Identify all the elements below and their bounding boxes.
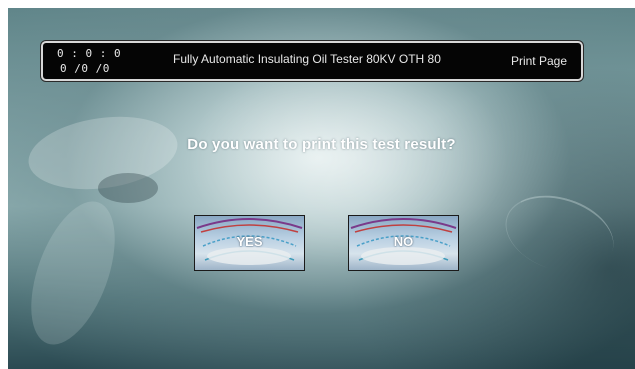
no-button[interactable]: NO: [348, 215, 459, 271]
yes-button-label: YES: [236, 234, 263, 249]
page-title: Print Page: [510, 54, 567, 68]
date-readout: 0 /0 /0: [60, 62, 110, 75]
header-bar: 0 : 0 : 0 0 /0 /0 Fully Automatic Insula…: [41, 41, 583, 81]
time-readout: 0 : 0 : 0: [57, 47, 122, 60]
no-button-label: NO: [393, 234, 414, 249]
background-propeller-blade: [14, 190, 132, 356]
yes-button[interactable]: YES: [194, 215, 305, 271]
background-swirl: [495, 182, 624, 286]
background-propeller-hub: [98, 173, 158, 203]
app-screen: 0 : 0 : 0 0 /0 /0 Fully Automatic Insula…: [8, 8, 635, 369]
device-title: Fully Automatic Insulating Oil Tester 80…: [173, 52, 441, 66]
datetime-display: 0 : 0 : 0 0 /0 /0: [57, 46, 121, 76]
print-prompt-text: Do you want to print this test result?: [187, 136, 456, 153]
